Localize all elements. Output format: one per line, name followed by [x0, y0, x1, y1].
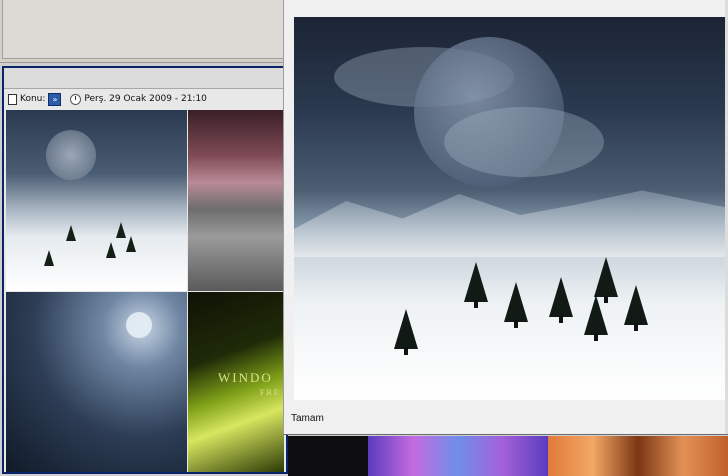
post-header-bar — [4, 68, 286, 89]
thumbnail-orange[interactable] — [548, 436, 728, 476]
wallpaper-thumbnail-grid: WINDO FRE — [6, 110, 284, 472]
thumbnail-windows-green[interactable]: WINDO FRE — [188, 292, 284, 472]
post-date: Perş. 29 Ocak 2009 - 21:10 — [84, 94, 207, 104]
thumbnail-red-sky[interactable] — [188, 110, 284, 291]
dialog-top-edge — [290, 0, 728, 8]
post-meta: Konu: » Perş. 29 Ocak 2009 - 21:10 — [8, 91, 207, 107]
ok-button[interactable]: Tamam — [291, 413, 324, 424]
thumbnail-horse-moon[interactable] — [6, 292, 187, 472]
full-size-image — [294, 17, 728, 400]
background-window-top — [0, 0, 290, 63]
thumbnail-purple[interactable] — [368, 436, 548, 476]
thumbnail-snow-moon[interactable] — [6, 110, 187, 291]
thumbnail-caption: WINDO — [218, 370, 273, 385]
topic-label[interactable]: Konu: — [20, 94, 45, 104]
thumbnail-dark[interactable] — [288, 436, 368, 476]
document-icon — [8, 93, 17, 105]
image-viewer-dialog: Tamam — [283, 0, 728, 435]
go-arrow-icon[interactable]: » — [48, 92, 62, 106]
thumbnail-subcaption: FRE — [260, 388, 281, 397]
mountain-ridge — [294, 190, 728, 257]
clock-icon — [70, 93, 82, 105]
